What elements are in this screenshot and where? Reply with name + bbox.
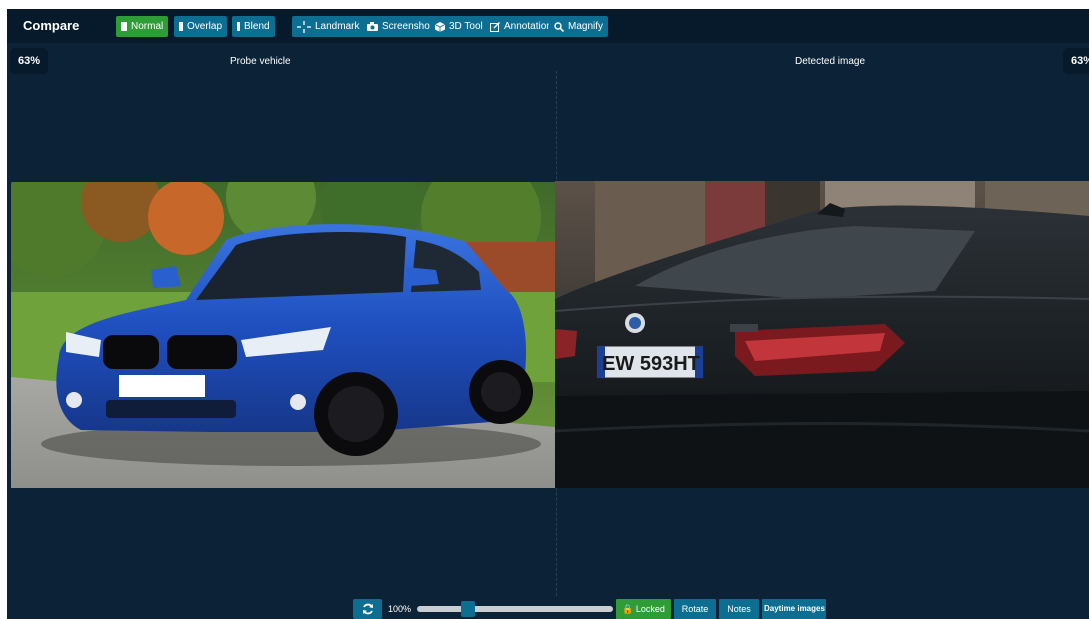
refresh-button[interactable]: [353, 599, 382, 619]
zoom-percentage: 100%: [388, 604, 412, 614]
zoom-slider[interactable]: [417, 601, 613, 617]
magnify-button[interactable]: Magnify: [549, 16, 609, 37]
daytime-images-button[interactable]: Daytime images: [762, 599, 826, 619]
screenshot-button[interactable]: Screenshot: [362, 16, 438, 37]
notes-button[interactable]: Notes: [719, 599, 759, 619]
detected-image[interactable]: EW 593HT: [555, 181, 1089, 488]
dark-car-photo: EW 593HT: [555, 181, 1089, 488]
blend-mode-icon: [237, 22, 240, 31]
edit-icon: [490, 21, 500, 32]
locked-button[interactable]: 🔒 Locked: [616, 599, 671, 619]
lock-icon: 🔒: [622, 604, 634, 614]
mode-overlap-button[interactable]: Overlap: [174, 16, 228, 37]
cube-icon: [435, 21, 445, 32]
overlap-mode-icon: [179, 22, 183, 31]
app-title: Compare: [23, 18, 80, 33]
3d-tool-button[interactable]: 3D Tool: [430, 16, 488, 37]
crosshair-icon: [297, 20, 311, 33]
search-icon: [554, 21, 564, 32]
toolbar: Compare Normal Overlap Blend Landmark Sc…: [7, 9, 1089, 43]
refresh-icon: [362, 603, 373, 615]
zoom-slider-thumb[interactable]: [461, 601, 475, 617]
landmark-button[interactable]: Landmark: [292, 16, 365, 37]
license-plate-text: EW 593HT: [602, 353, 700, 375]
blue-car-photo: [11, 182, 555, 488]
left-zoom-badge: 63%: [10, 48, 49, 74]
camera-icon: [367, 22, 378, 31]
mode-normal-button[interactable]: Normal: [116, 16, 169, 37]
probe-vehicle-image[interactable]: [11, 182, 555, 488]
detected-image-label: Detected image: [795, 56, 866, 67]
normal-mode-icon: [121, 22, 127, 31]
right-zoom-badge: 63%: [1063, 48, 1089, 74]
probe-vehicle-label: Probe vehicle: [230, 56, 291, 67]
annotation-button[interactable]: Annotation: [485, 16, 557, 37]
mode-blend-button[interactable]: Blend: [232, 16, 275, 37]
rotate-button[interactable]: Rotate: [674, 599, 716, 619]
compare-viewer: 63% 63% Probe vehicle Detected image: [7, 43, 1089, 619]
